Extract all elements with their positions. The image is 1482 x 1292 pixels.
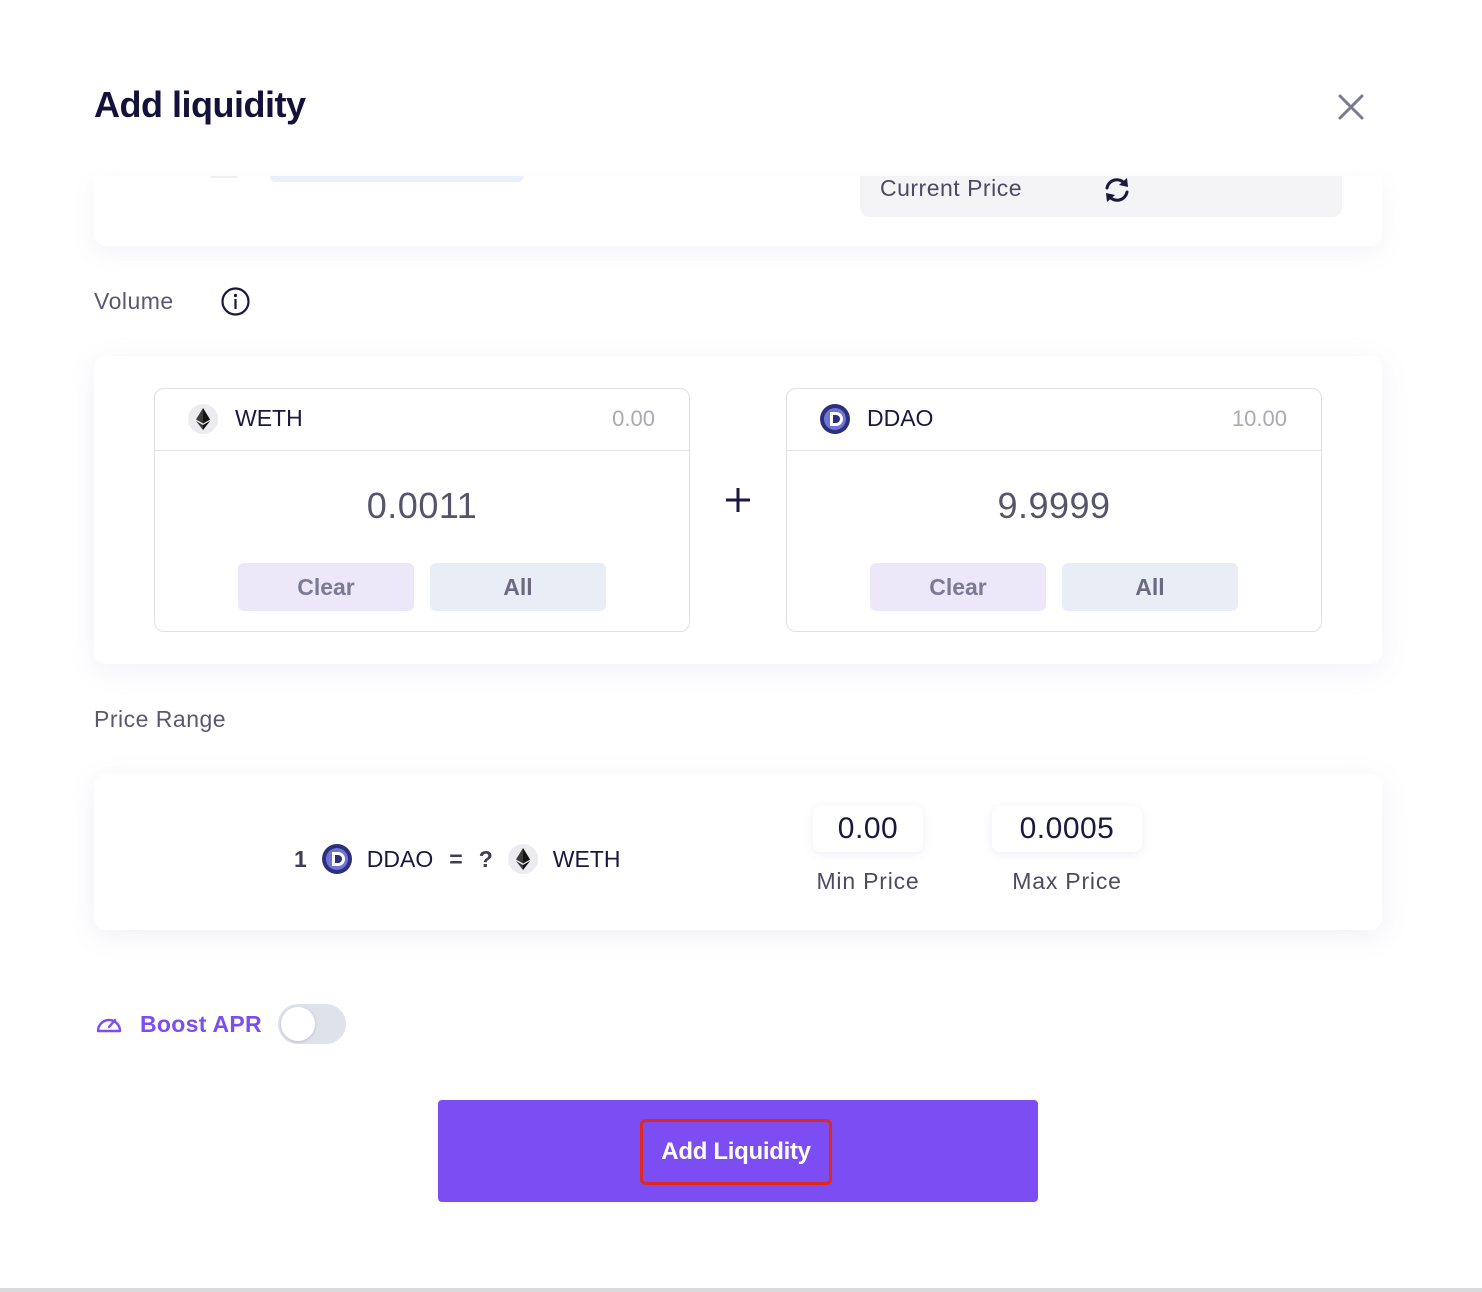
token-name: DDAO bbox=[867, 405, 934, 431]
token-header: WETH 0.00 bbox=[155, 389, 689, 451]
max-price-label: Max Price bbox=[1012, 868, 1122, 894]
token-input-ddao: DDAO 10.00 9.9999 Clear All bbox=[786, 388, 1322, 632]
amount-input[interactable]: 0.0011 bbox=[155, 485, 689, 527]
toggle-knob bbox=[280, 1007, 315, 1041]
info-icon[interactable] bbox=[220, 286, 251, 317]
add-liquidity-label: Add Liquidity bbox=[640, 1119, 832, 1185]
min-price-input[interactable]: 0.00 bbox=[813, 806, 923, 852]
ddao-icon bbox=[321, 844, 352, 874]
token-header: DDAO 10.00 bbox=[787, 389, 1321, 451]
ethereum-icon bbox=[507, 844, 538, 874]
add-liquidity-modal: Add liquidity Current Price Volume WETH … bbox=[0, 0, 1482, 1288]
clear-button[interactable]: Clear bbox=[870, 563, 1046, 611]
rate-base-token: DDAO bbox=[366, 845, 434, 872]
max-price-input[interactable]: 0.0005 bbox=[992, 806, 1142, 852]
rate-quantity: 1 bbox=[294, 845, 307, 872]
divider bbox=[0, 1288, 1482, 1292]
token-input-weth: WETH 0.00 0.0011 Clear All bbox=[154, 388, 690, 632]
token-name: WETH bbox=[235, 405, 303, 431]
rate-quote-token: WETH bbox=[552, 845, 621, 872]
add-liquidity-button[interactable]: Add Liquidity bbox=[438, 1100, 1038, 1202]
volume-label: Volume bbox=[94, 288, 174, 314]
token-balance: 0.00 bbox=[612, 406, 655, 431]
close-icon[interactable] bbox=[1330, 86, 1372, 128]
boost-apr-toggle[interactable] bbox=[277, 1004, 346, 1044]
divider bbox=[210, 176, 238, 178]
fee-tier-pill[interactable] bbox=[270, 176, 524, 182]
modal-title: Add liquidity bbox=[94, 84, 306, 125]
refresh-icon[interactable] bbox=[1100, 173, 1134, 207]
ddao-icon bbox=[820, 404, 850, 434]
all-button[interactable]: All bbox=[430, 563, 606, 611]
price-range-card: 1 DDAO = ? WETH 0.00 Min Price 0.0005 Ma… bbox=[94, 774, 1382, 930]
clear-button[interactable]: Clear bbox=[238, 563, 414, 611]
volume-card: WETH 0.00 0.0011 Clear All DDAO 10.00 9.… bbox=[94, 356, 1382, 664]
all-button[interactable]: All bbox=[1062, 563, 1238, 611]
amount-input[interactable]: 9.9999 bbox=[787, 485, 1321, 527]
price-rate: 1 DDAO = ? WETH bbox=[294, 842, 620, 876]
rate-unknown: ? bbox=[478, 845, 493, 872]
gauge-icon bbox=[96, 1018, 122, 1033]
ethereum-icon bbox=[188, 404, 218, 434]
price-range-label: Price Range bbox=[94, 706, 227, 732]
boost-apr-row: Boost APR bbox=[94, 1004, 346, 1044]
pair-summary-card: Current Price bbox=[94, 173, 1382, 246]
current-price-label: Current Price bbox=[880, 175, 1022, 201]
min-price-label: Min Price bbox=[816, 868, 920, 894]
boost-apr-label: Boost APR bbox=[140, 1010, 262, 1037]
current-price-box: Current Price bbox=[860, 173, 1342, 217]
plus-icon bbox=[726, 488, 750, 512]
rate-equals: = bbox=[449, 845, 463, 872]
token-balance: 10.00 bbox=[1231, 406, 1287, 431]
